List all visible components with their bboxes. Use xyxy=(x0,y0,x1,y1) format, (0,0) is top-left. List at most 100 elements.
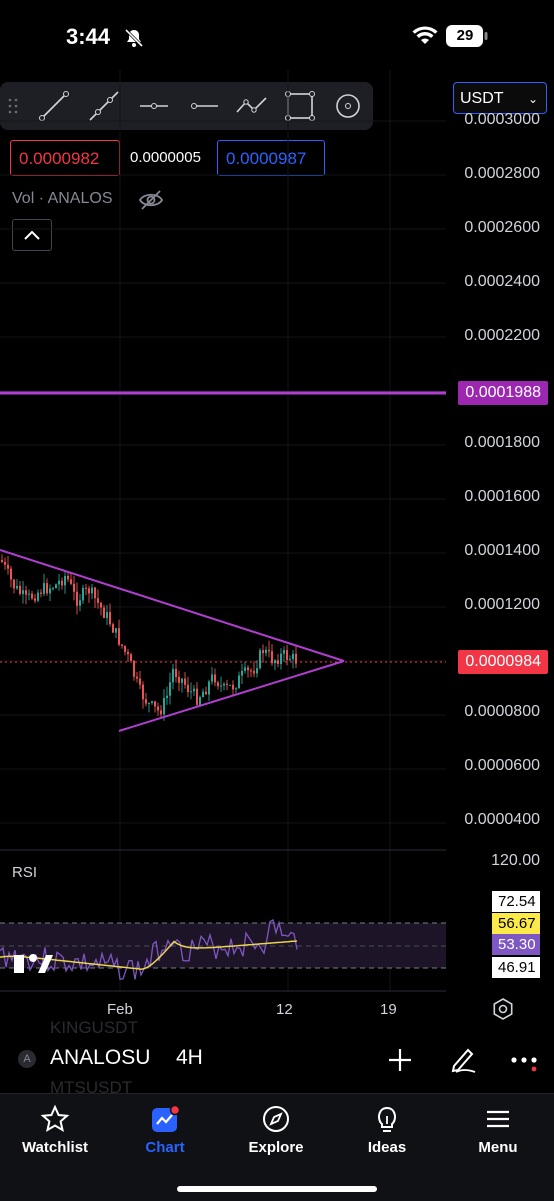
price-label: 0.0002400 xyxy=(464,273,540,290)
candle-body xyxy=(193,688,195,692)
nav-watchlist[interactable]: Watchlist xyxy=(5,1104,105,1157)
candle-body xyxy=(202,691,204,698)
price-label: 0.0002800 xyxy=(464,165,540,182)
candle-body xyxy=(1,560,3,562)
time-axis-label: Feb xyxy=(107,1001,133,1018)
compass-icon xyxy=(263,1106,289,1132)
lightbulb-icon xyxy=(378,1106,396,1132)
candle-body xyxy=(115,628,117,633)
candle-body xyxy=(232,684,234,690)
candle-body xyxy=(244,667,246,671)
wifi-icon xyxy=(412,26,438,44)
candle-body xyxy=(25,590,27,595)
candle-body xyxy=(247,667,249,671)
candle-body xyxy=(178,677,180,683)
candle-body xyxy=(94,587,96,599)
bottom-navigation: Watchlist Chart Explore Ideas Menu xyxy=(0,1093,554,1201)
candle-body xyxy=(91,587,93,594)
candle-body xyxy=(133,660,135,677)
bell-slash-icon xyxy=(124,28,144,48)
candle-body xyxy=(13,579,15,589)
nav-menu[interactable]: Menu xyxy=(448,1104,548,1157)
candle-body xyxy=(163,698,165,715)
candle-body xyxy=(172,668,174,683)
price-label: 0.0000800 xyxy=(464,703,540,720)
candle-body xyxy=(142,684,144,700)
interval-button[interactable]: 4H xyxy=(176,1046,203,1070)
candlestick-series xyxy=(1,554,297,721)
candle-body xyxy=(100,602,102,608)
candle-body xyxy=(64,575,66,586)
add-icon[interactable] xyxy=(386,1046,414,1074)
candle-body xyxy=(259,650,261,669)
candle-body xyxy=(214,674,216,683)
rsi-upper-tag: 72.54 xyxy=(492,891,540,912)
candle-body xyxy=(283,650,285,654)
candle-body xyxy=(160,710,162,715)
candle-body xyxy=(73,583,75,592)
candle-body xyxy=(253,670,255,674)
candle-body xyxy=(46,583,48,594)
home-indicator xyxy=(177,1186,377,1192)
nav-label: Ideas xyxy=(367,1139,407,1156)
candle-body xyxy=(151,701,153,704)
drawing-pen-icon[interactable] xyxy=(448,1044,478,1074)
candle-body xyxy=(265,649,267,654)
price-label: 0.0001600 xyxy=(464,488,540,505)
rsi-value-tag: 53.30 xyxy=(492,934,540,955)
candle-body xyxy=(109,612,111,625)
candle-body xyxy=(10,568,12,580)
chart-grid xyxy=(0,70,446,991)
chart-icon xyxy=(152,1104,180,1132)
more-icon[interactable] xyxy=(510,1048,538,1072)
candle-body xyxy=(175,668,177,678)
candle-body xyxy=(154,701,156,707)
candle-body xyxy=(79,600,81,606)
candle-body xyxy=(199,697,201,705)
candle-body xyxy=(148,703,150,705)
nav-label: Chart xyxy=(145,1139,185,1156)
candle-body xyxy=(19,585,21,594)
candle-body xyxy=(112,624,114,633)
candle-body xyxy=(55,584,57,589)
candle-body xyxy=(286,650,288,660)
price-label: 0.0001200 xyxy=(464,596,540,613)
candle-body xyxy=(103,607,105,619)
nav-ideas[interactable]: Ideas xyxy=(337,1104,437,1157)
nav-chart[interactable]: Chart xyxy=(115,1104,215,1157)
candle-body xyxy=(34,598,36,601)
candle-body xyxy=(70,579,72,584)
candle-body xyxy=(49,588,51,594)
horizontal-line-price-tag: 0.0001988 xyxy=(458,381,548,405)
candle-body xyxy=(250,670,252,672)
candle-body xyxy=(295,653,297,664)
triangle-lower-line xyxy=(118,660,345,732)
time-axis-label: 12 xyxy=(276,1001,293,1018)
candle-body xyxy=(280,653,282,664)
candle-body xyxy=(7,564,9,569)
star-icon xyxy=(40,1104,70,1133)
nav-explore[interactable]: Explore xyxy=(226,1104,326,1157)
candle-body xyxy=(61,580,63,586)
candle-body xyxy=(85,587,87,589)
time-axis-label: 19 xyxy=(380,1001,397,1018)
price-label: 0.0001800 xyxy=(464,434,540,451)
price-label: 0.0000400 xyxy=(464,811,540,828)
candle-body xyxy=(127,651,129,655)
candle-body xyxy=(277,660,279,664)
candle-body xyxy=(37,592,39,601)
symbol-name-button[interactable]: ANALOSU xyxy=(50,1046,150,1070)
symbol-avatar: A xyxy=(18,1050,36,1068)
candle-body xyxy=(235,688,237,690)
candle-body xyxy=(130,654,132,661)
candle-body xyxy=(262,650,264,654)
candle-body xyxy=(217,682,219,687)
rsi-indicator-label[interactable]: RSI xyxy=(12,864,37,881)
price-label: 0.0003000 xyxy=(464,111,540,128)
nav-label: Watchlist xyxy=(21,1139,89,1156)
settings-icon[interactable] xyxy=(492,998,514,1020)
candle-body xyxy=(256,668,258,674)
candle-body xyxy=(67,575,69,580)
candle-body xyxy=(157,706,159,711)
price-label: 0.0002600 xyxy=(464,219,540,236)
